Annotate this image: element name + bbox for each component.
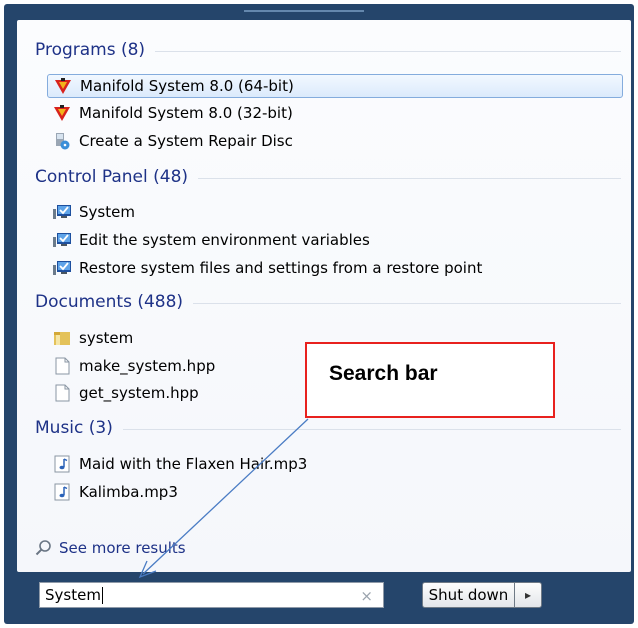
search-icon <box>35 539 53 557</box>
audio-file-icon <box>53 455 71 473</box>
shut-down-options-button[interactable]: ▸ <box>514 582 542 608</box>
section-documents-heading[interactable]: Documents (488) <box>35 292 183 312</box>
section-music-heading[interactable]: Music (3) <box>35 418 113 438</box>
callout-label: Search bar <box>329 362 438 385</box>
folder-icon <box>53 329 71 347</box>
section-divider <box>198 178 621 179</box>
chevron-right-icon: ▸ <box>524 588 532 602</box>
result-system-repair-disc[interactable]: Create a System Repair Disc <box>47 129 623 153</box>
section-divider <box>155 51 621 52</box>
result-kalimba[interactable]: Kalimba.mp3 <box>47 480 623 504</box>
result-manifold-64[interactable]: Manifold System 8.0 (64-bit) <box>47 74 623 98</box>
see-more-results-label: See more results <box>59 539 186 557</box>
result-label: Maid with the Flaxen Hair.mp3 <box>79 455 308 473</box>
section-programs-heading[interactable]: Programs (8) <box>35 40 145 60</box>
see-more-results-link[interactable]: See more results <box>35 539 186 557</box>
result-label: Kalimba.mp3 <box>79 483 178 501</box>
search-input[interactable]: System × <box>39 582 384 608</box>
search-input-value: System <box>45 586 101 604</box>
result-label: get_system.hpp <box>79 384 199 402</box>
section-control-panel[interactable]: Control Panel (48) <box>35 167 621 187</box>
clear-search-icon[interactable]: × <box>360 587 373 605</box>
audio-file-icon <box>53 483 71 501</box>
section-music[interactable]: Music (3) <box>35 418 621 438</box>
result-label: Restore system files and settings from a… <box>79 259 483 277</box>
search-bar-callout: Search bar <box>305 342 555 418</box>
system-icon <box>53 231 71 249</box>
section-divider <box>193 303 621 304</box>
repair-disc-icon <box>53 132 71 150</box>
result-label: Create a System Repair Disc <box>79 132 293 150</box>
result-restore-point[interactable]: Restore system files and settings from a… <box>47 256 623 280</box>
section-divider <box>122 429 621 430</box>
result-label: Manifold System 8.0 (32-bit) <box>79 104 293 122</box>
result-label: Edit the system environment variables <box>79 231 370 249</box>
start-menu-bottom-bar: System × Shut down ▸ <box>17 572 631 622</box>
system-icon <box>53 259 71 277</box>
result-label: system <box>79 329 134 347</box>
file-icon <box>53 357 71 375</box>
result-system[interactable]: System <box>47 200 623 224</box>
search-results-panel: Programs (8) Manifold System 8.0 (64-bit… <box>17 20 631 572</box>
section-control-panel-heading[interactable]: Control Panel (48) <box>35 167 188 187</box>
section-documents[interactable]: Documents (488) <box>35 292 621 312</box>
system-icon <box>53 203 71 221</box>
result-label: System <box>79 203 135 221</box>
frame-highlight <box>244 10 364 12</box>
result-environment-variables[interactable]: Edit the system environment variables <box>47 228 623 252</box>
file-icon <box>53 384 71 402</box>
shut-down-label: Shut down <box>428 586 509 604</box>
text-caret <box>101 586 103 604</box>
result-manifold-32[interactable]: Manifold System 8.0 (32-bit) <box>47 101 623 125</box>
manifold-icon <box>54 77 72 95</box>
manifold-icon <box>53 104 71 122</box>
result-maid-flaxen-hair[interactable]: Maid with the Flaxen Hair.mp3 <box>47 452 623 476</box>
shut-down-button[interactable]: Shut down <box>422 582 514 608</box>
result-label: make_system.hpp <box>79 357 216 375</box>
result-label: Manifold System 8.0 (64-bit) <box>80 77 294 95</box>
section-programs[interactable]: Programs (8) <box>35 40 621 60</box>
